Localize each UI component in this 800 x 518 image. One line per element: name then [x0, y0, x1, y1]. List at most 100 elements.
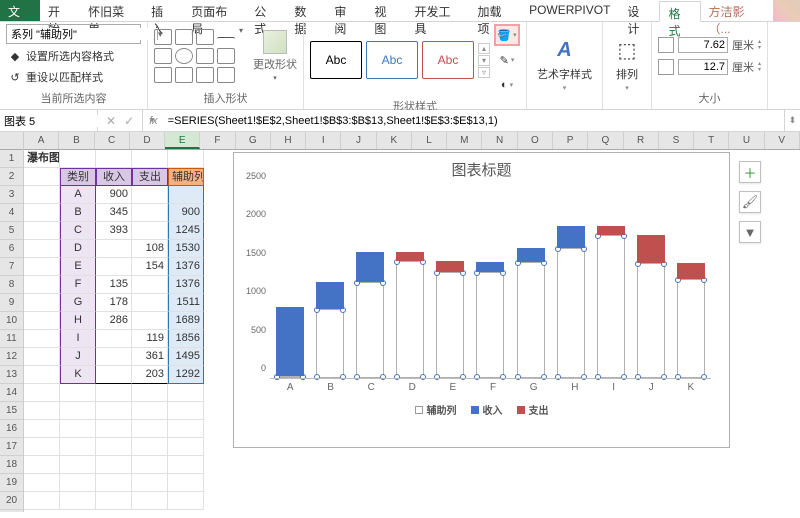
cell[interactable]: 1856 — [168, 330, 204, 348]
chart-elements-button[interactable]: ＋ — [739, 161, 761, 183]
row-header[interactable]: 12 — [0, 348, 23, 366]
cancel-icon[interactable]: ✕ — [106, 114, 116, 128]
cell[interactable] — [96, 366, 132, 384]
name-box[interactable]: ▾ — [0, 110, 98, 131]
cell[interactable] — [60, 420, 96, 438]
cell[interactable] — [132, 456, 168, 474]
cell[interactable] — [132, 402, 168, 420]
cell[interactable] — [24, 240, 60, 258]
col-header[interactable]: N — [482, 132, 517, 149]
selection-combo[interactable]: ▾ — [6, 24, 141, 44]
cell[interactable]: 1495 — [168, 348, 204, 366]
cell[interactable] — [168, 474, 204, 492]
cell[interactable] — [168, 492, 204, 510]
accept-icon[interactable]: ✓ — [124, 114, 134, 128]
cell[interactable] — [60, 474, 96, 492]
cell[interactable] — [24, 474, 60, 492]
row-header[interactable]: 14 — [0, 384, 23, 402]
cell[interactable] — [132, 312, 168, 330]
tab-view[interactable]: 视图 — [366, 0, 406, 21]
cell[interactable]: 收入 — [96, 168, 132, 186]
cell[interactable] — [132, 420, 168, 438]
cell[interactable]: 1376 — [168, 258, 204, 276]
cell[interactable] — [24, 420, 60, 438]
cell[interactable] — [168, 402, 204, 420]
cell[interactable] — [60, 456, 96, 474]
cell[interactable]: 900 — [168, 204, 204, 222]
cell[interactable]: J — [60, 348, 96, 366]
cell[interactable] — [60, 492, 96, 510]
cell[interactable] — [96, 456, 132, 474]
col-header[interactable]: M — [447, 132, 482, 149]
row-header[interactable]: 16 — [0, 420, 23, 438]
cell[interactable] — [132, 204, 168, 222]
cell[interactable]: 203 — [132, 366, 168, 384]
chart-filter-button[interactable]: ▼ — [739, 221, 761, 243]
tab-insert[interactable]: 插入 — [143, 0, 183, 21]
col-header[interactable]: I — [306, 132, 341, 149]
cell[interactable] — [168, 384, 204, 402]
bar-group[interactable] — [436, 261, 464, 378]
cell[interactable]: 286 — [96, 312, 132, 330]
cells-area[interactable]: 瀑布图 类别收入支出辅助列A900B345900C3931245D1081530… — [24, 150, 800, 510]
shape-style-scroll[interactable]: ▴▾▿ — [478, 43, 490, 78]
reset-style-button[interactable]: ↺ 重设以匹配样式 — [6, 68, 141, 86]
cell[interactable]: 1292 — [168, 366, 204, 384]
user-name[interactable]: 方洁影（... — [701, 0, 774, 21]
cell[interactable] — [132, 150, 168, 168]
shape-fill-button[interactable]: 🪣▾ — [494, 24, 520, 46]
row-header[interactable]: 11 — [0, 330, 23, 348]
cell[interactable] — [60, 150, 96, 168]
cell[interactable] — [168, 438, 204, 456]
col-header[interactable]: J — [341, 132, 376, 149]
cell[interactable]: I — [60, 330, 96, 348]
cell[interactable] — [96, 384, 132, 402]
chart-object[interactable]: 图表标题 05001000150020002500 ABCDEFGHIJK 辅助… — [233, 152, 730, 448]
tab-pagelayout[interactable]: 页面布局 — [183, 0, 246, 21]
col-header[interactable]: B — [59, 132, 94, 149]
format-selection-button[interactable]: ◆ 设置所选内容格式 — [6, 47, 141, 65]
bar-group[interactable] — [677, 263, 705, 378]
col-header[interactable]: O — [518, 132, 553, 149]
tab-file[interactable]: 文件 — [0, 0, 40, 21]
cell[interactable] — [24, 276, 60, 294]
cell[interactable] — [132, 474, 168, 492]
cell[interactable] — [168, 420, 204, 438]
selection-combo-input[interactable] — [7, 28, 157, 40]
tab-design[interactable]: 设计 — [619, 0, 659, 21]
cell[interactable] — [24, 456, 60, 474]
tab-developer[interactable]: 开发工具 — [406, 0, 469, 21]
wordart-styles-button[interactable]: A 艺术字样式 ▾ — [533, 34, 596, 94]
cell[interactable] — [24, 186, 60, 204]
change-shape-button[interactable]: 更改形状 ▾ — [253, 30, 297, 82]
height-input[interactable] — [678, 37, 728, 53]
cell[interactable] — [24, 384, 60, 402]
col-header[interactable]: K — [377, 132, 412, 149]
bar-group[interactable] — [316, 282, 344, 378]
cell[interactable]: E — [60, 258, 96, 276]
cell[interactable] — [24, 294, 60, 312]
cell[interactable] — [60, 402, 96, 420]
cell[interactable]: B — [60, 204, 96, 222]
cell[interactable]: 辅助列 — [168, 168, 204, 186]
row-header[interactable]: 3 — [0, 186, 23, 204]
bar-group[interactable] — [517, 248, 545, 378]
cell[interactable] — [96, 348, 132, 366]
cell[interactable]: C — [60, 222, 96, 240]
chart-title[interactable]: 图表标题 — [234, 153, 729, 182]
bar-group[interactable] — [597, 226, 625, 378]
cell[interactable]: 393 — [96, 222, 132, 240]
cell[interactable] — [132, 186, 168, 204]
cell[interactable]: D — [60, 240, 96, 258]
cell[interactable]: 1689 — [168, 312, 204, 330]
shape-style-blue[interactable]: Abc — [366, 41, 418, 79]
cell[interactable]: 108 — [132, 240, 168, 258]
col-header[interactable]: U — [729, 132, 764, 149]
cell[interactable] — [24, 204, 60, 222]
col-header[interactable]: T — [694, 132, 729, 149]
user-avatar-icon[interactable] — [773, 0, 800, 21]
cell[interactable]: 1511 — [168, 294, 204, 312]
cell[interactable] — [132, 222, 168, 240]
cell[interactable] — [96, 492, 132, 510]
cell[interactable] — [132, 294, 168, 312]
